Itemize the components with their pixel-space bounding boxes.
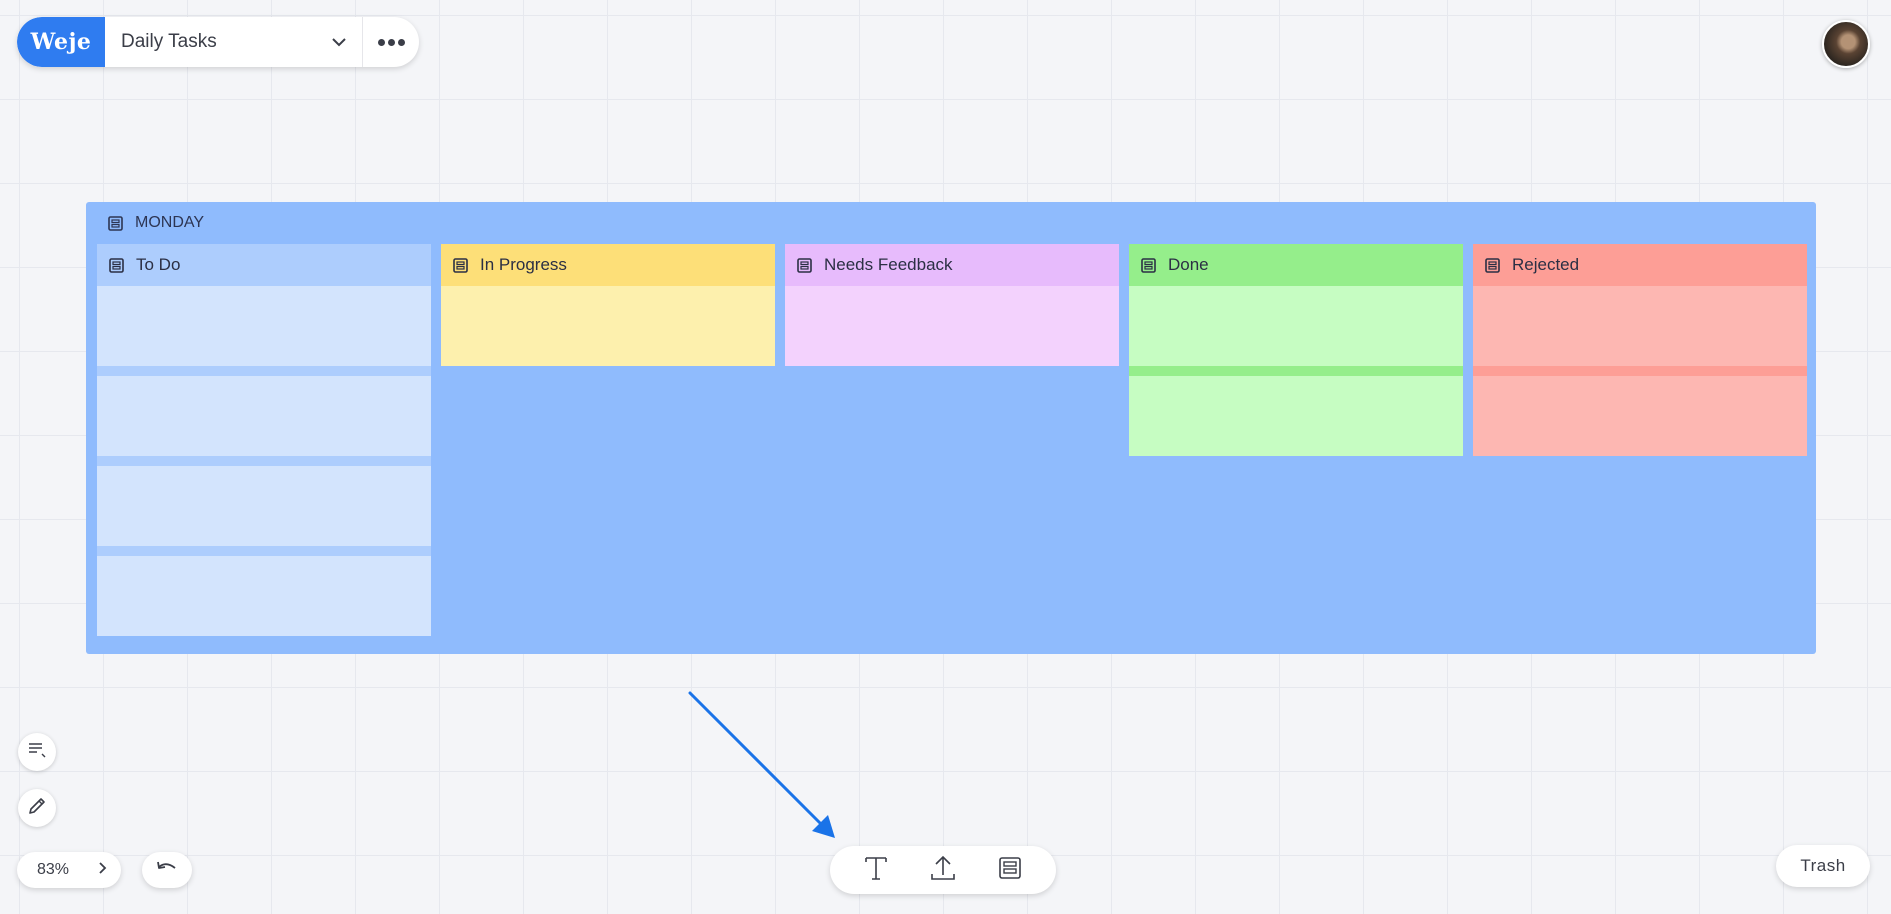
board-column[interactable]: To Do (97, 244, 431, 636)
upload-tool-button[interactable] (919, 850, 967, 890)
annotation-arrow (688, 691, 835, 838)
column-header[interactable]: Done (1129, 244, 1463, 286)
board-title: MONDAY (135, 214, 205, 231)
board-frame[interactable]: MONDAY To Do In Progress Needs Feedback Don… (86, 202, 1816, 654)
more-options-button[interactable] (363, 17, 419, 67)
board-column[interactable]: In Progress (441, 244, 775, 366)
task-card[interactable] (97, 286, 431, 366)
frame-icon (998, 856, 1022, 885)
task-card[interactable] (1129, 376, 1463, 456)
task-card[interactable] (1129, 286, 1463, 366)
column-header[interactable]: Rejected (1473, 244, 1807, 286)
task-card[interactable] (97, 556, 431, 636)
undo-icon (156, 860, 178, 881)
board-select-dropdown[interactable]: Daily Tasks (105, 17, 363, 67)
task-card[interactable] (441, 286, 775, 366)
chevron-right-icon[interactable] (99, 861, 107, 879)
upload-icon (930, 855, 956, 886)
task-card[interactable] (97, 376, 431, 456)
board-column[interactable]: Needs Feedback (785, 244, 1119, 366)
board-column[interactable]: Rejected (1473, 244, 1807, 456)
board-topbar: Weje Daily Tasks (17, 17, 419, 67)
bottom-toolbar (830, 846, 1056, 894)
column-header[interactable]: In Progress (441, 244, 775, 286)
draw-button[interactable] (18, 789, 56, 827)
column-icon (797, 257, 812, 273)
weje-logo[interactable]: Weje (17, 17, 105, 67)
column-header[interactable]: To Do (97, 244, 431, 286)
column-title: Needs Feedback (824, 255, 953, 274)
more-icon (376, 38, 406, 46)
board-name: Daily Tasks (121, 31, 217, 52)
column-icon (109, 257, 124, 273)
board-header: MONDAY (108, 214, 204, 232)
task-card[interactable] (785, 286, 1119, 366)
column-title: To Do (136, 255, 181, 274)
task-card[interactable] (1473, 286, 1807, 366)
column-icon (1141, 257, 1156, 273)
column-title: In Progress (480, 255, 567, 274)
zoom-level: 83% (37, 861, 70, 878)
board-column[interactable]: Done (1129, 244, 1463, 456)
text-tool-button[interactable] (852, 850, 900, 890)
trash-button[interactable]: Trash (1776, 845, 1870, 887)
task-card[interactable] (1473, 376, 1807, 456)
user-avatar[interactable] (1822, 20, 1870, 68)
column-title: Rejected (1512, 255, 1580, 274)
column-header[interactable]: Needs Feedback (785, 244, 1119, 286)
frame-tool-button[interactable] (986, 850, 1034, 890)
task-card[interactable] (97, 466, 431, 546)
chevron-down-icon (332, 31, 346, 53)
comments-button[interactable] (18, 733, 56, 771)
column-icon (453, 257, 468, 273)
column-title: Done (1168, 255, 1209, 274)
undo-button[interactable] (142, 852, 192, 888)
comment-icon (28, 742, 46, 763)
pencil-icon (27, 796, 47, 821)
text-icon (864, 855, 888, 886)
zoom-control[interactable]: 83% (17, 852, 121, 888)
frame-icon (108, 215, 123, 231)
column-icon (1485, 257, 1500, 273)
